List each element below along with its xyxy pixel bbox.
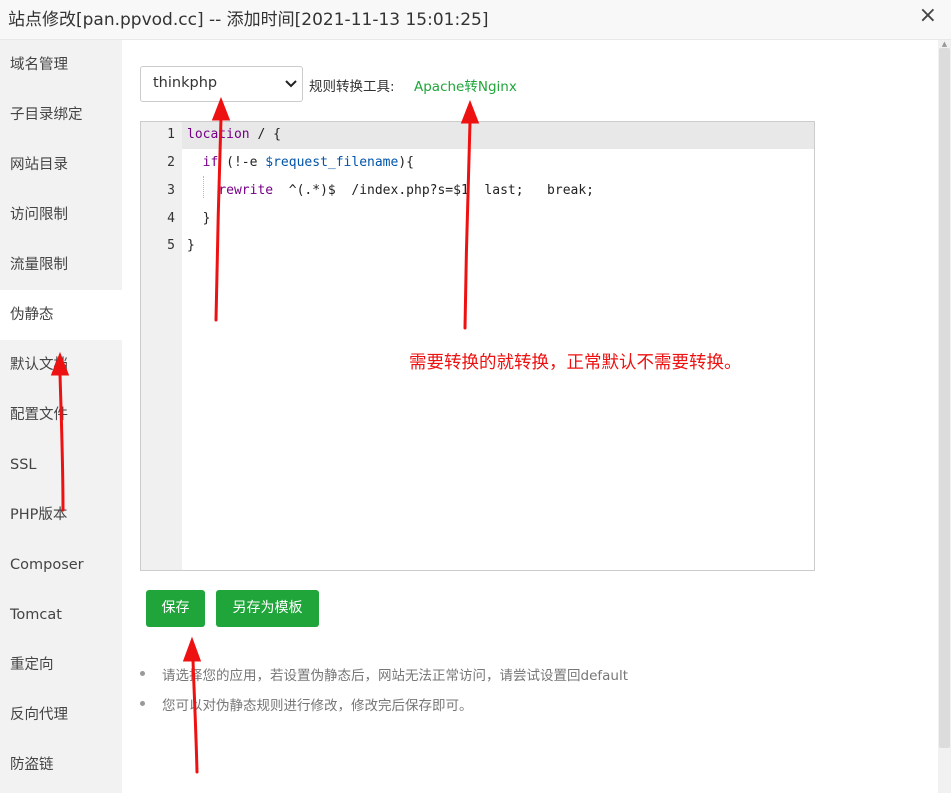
sidebar-item-access-limit[interactable]: 访问限制 bbox=[0, 190, 122, 240]
sidebar-item-config-file[interactable]: 配置文件 bbox=[0, 390, 122, 440]
sidebar-item-ssl[interactable]: SSL bbox=[0, 440, 122, 490]
sidebar-item-site-directory[interactable]: 网站目录 bbox=[0, 140, 122, 190]
line-number: 1 bbox=[167, 127, 175, 142]
window-titlebar: 站点修改[pan.ppvod.cc] -- 添加时间[2021-11-13 15… bbox=[0, 0, 951, 40]
code-line: } bbox=[187, 211, 211, 226]
line-number: 3 bbox=[167, 183, 175, 198]
code-line: location / { bbox=[187, 127, 281, 142]
sidebar-item-reverse-proxy[interactable]: 反向代理 bbox=[0, 690, 122, 740]
sidebar-item-default-doc[interactable]: 默认文档 bbox=[0, 340, 122, 390]
bullet-icon bbox=[140, 701, 145, 706]
chevron-down-icon bbox=[285, 80, 297, 88]
save-button[interactable]: 保存 bbox=[146, 590, 205, 627]
tip-text: 请选择您的应用，若设置伪静态后，网站无法正常访问，请尝试设置回default bbox=[162, 668, 628, 684]
sidebar-item-rewrite[interactable]: 伪静态 bbox=[0, 290, 122, 340]
line-number: 4 bbox=[167, 211, 175, 226]
rewrite-template-select[interactable]: thinkphp bbox=[140, 66, 303, 102]
scroll-up-icon[interactable]: ▲ bbox=[938, 40, 951, 48]
sidebar-item-hotlink[interactable]: 防盗链 bbox=[0, 740, 122, 790]
annotation-text: 需要转换的就转换，正常默认不需要转换。 bbox=[409, 353, 742, 373]
sidebar-item-redirect[interactable]: 重定向 bbox=[0, 640, 122, 690]
arrowhead-icon bbox=[460, 99, 480, 124]
rewrite-template-select-value: thinkphp bbox=[153, 75, 218, 91]
scroll-thumb[interactable] bbox=[939, 48, 950, 748]
sidebar-item-php-version[interactable]: PHP版本 bbox=[0, 490, 122, 540]
sidebar-item-composer[interactable]: Composer bbox=[0, 540, 122, 590]
window-title: 站点修改[pan.ppvod.cc] -- 添加时间[2021-11-13 15… bbox=[8, 10, 489, 30]
line-number: 2 bbox=[167, 155, 175, 170]
scrollbar[interactable]: ▲ bbox=[938, 40, 951, 793]
sidebar-item-domain[interactable]: 域名管理 bbox=[0, 40, 122, 90]
arrowhead-icon bbox=[211, 96, 231, 121]
arrowhead-icon bbox=[182, 636, 202, 662]
sidebar-item-traffic-limit[interactable]: 流量限制 bbox=[0, 240, 122, 290]
sidebar: 域名管理 子目录绑定 网站目录 访问限制 流量限制 伪静态 默认文档 配置文件 … bbox=[0, 40, 122, 793]
save-as-template-button[interactable]: 另存为模板 bbox=[216, 590, 319, 627]
bullet-icon bbox=[140, 671, 145, 676]
sidebar-item-subdirectory[interactable]: 子目录绑定 bbox=[0, 90, 122, 140]
code-line: if (!-e $request_filename){ bbox=[202, 155, 414, 170]
rule-convert-tool-label: 规则转换工具: bbox=[309, 79, 395, 95]
code-line: rewrite ^(.*)$ /index.php?s=$1 last; bre… bbox=[218, 183, 595, 198]
line-number: 5 bbox=[167, 238, 175, 253]
close-icon[interactable]: × bbox=[919, 4, 937, 28]
tip-text: 您可以对伪静态规则进行修改，修改完后保存即可。 bbox=[162, 698, 473, 714]
apache-to-nginx-link[interactable]: Apache转Nginx bbox=[414, 75, 517, 95]
rewrite-code-editor[interactable]: 1 2 3 4 5 location / { if (!-e $request_… bbox=[140, 121, 815, 571]
code-line: } bbox=[187, 238, 195, 253]
sidebar-item-tomcat[interactable]: Tomcat bbox=[0, 590, 122, 640]
